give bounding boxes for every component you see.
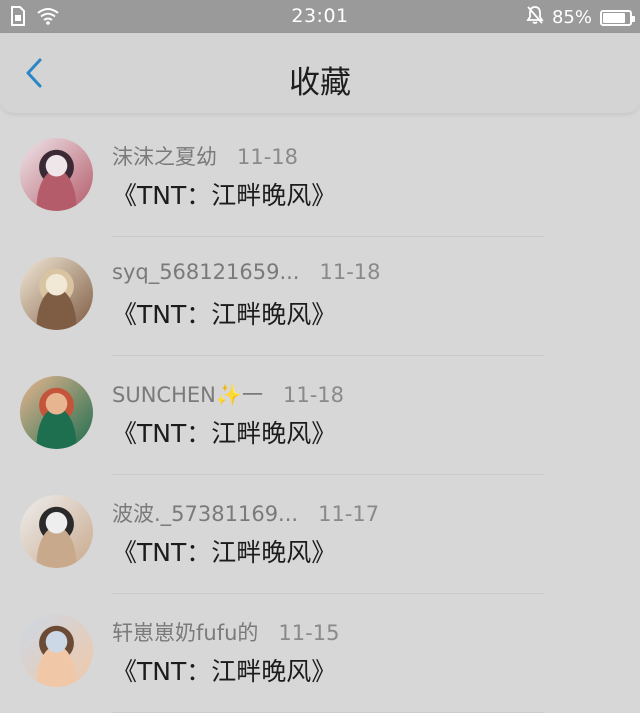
- favorites-list: 沫沫之夏幼 11-18 《TNT：江畔晚风》 syq_568121659... …: [0, 118, 640, 713]
- user-name[interactable]: syq_568121659...: [112, 260, 299, 284]
- avatar[interactable]: [20, 614, 93, 687]
- avatar[interactable]: [20, 495, 93, 568]
- item-meta: SUNCHEN✨一 11-18: [112, 379, 344, 409]
- nav-header: 收藏: [0, 33, 640, 113]
- battery-percent: 85%: [551, 7, 592, 28]
- item-date: 11-15: [278, 621, 340, 645]
- work-title[interactable]: 《TNT：江畔晚风》: [112, 414, 336, 450]
- item-date: 11-18: [237, 145, 299, 169]
- bell-off-icon: [526, 5, 544, 30]
- avatar[interactable]: [20, 257, 93, 330]
- item-date: 11-17: [318, 502, 380, 526]
- battery-level: [603, 12, 626, 23]
- user-name[interactable]: 波波._57381169...: [112, 498, 298, 528]
- work-title[interactable]: 《TNT：江畔晚风》: [112, 295, 336, 331]
- user-name[interactable]: 轩崽崽奶fufu的: [112, 617, 258, 647]
- list-item[interactable]: 波波._57381169... 11-17 《TNT：江畔晚风》: [0, 475, 640, 594]
- item-meta: syq_568121659... 11-18: [112, 260, 381, 284]
- status-bar: 23:01 85%: [0, 0, 640, 33]
- back-button[interactable]: [14, 55, 54, 95]
- work-title[interactable]: 《TNT：江畔晚风》: [112, 652, 336, 688]
- work-title[interactable]: 《TNT：江畔晚风》: [112, 533, 336, 569]
- avatar[interactable]: [20, 138, 93, 211]
- user-name[interactable]: SUNCHEN✨一: [112, 379, 263, 409]
- item-meta: 轩崽崽奶fufu的 11-15: [112, 617, 339, 647]
- status-bar-right: 85%: [526, 5, 635, 30]
- list-item[interactable]: SUNCHEN✨一 11-18 《TNT：江畔晚风》: [0, 356, 640, 475]
- item-meta: 波波._57381169... 11-17: [112, 498, 379, 528]
- page-title: 收藏: [289, 65, 351, 101]
- work-title[interactable]: 《TNT：江畔晚风》: [112, 176, 336, 212]
- list-item[interactable]: syq_568121659... 11-18 《TNT：江畔晚风》: [0, 237, 640, 356]
- item-meta: 沫沫之夏幼 11-18: [112, 141, 298, 171]
- avatar[interactable]: [20, 376, 93, 449]
- battery-icon: [600, 9, 635, 26]
- list-item[interactable]: 沫沫之夏幼 11-18 《TNT：江畔晚风》: [0, 118, 640, 237]
- item-date: 11-18: [283, 383, 345, 407]
- list-item[interactable]: 轩崽崽奶fufu的 11-15 《TNT：江畔晚风》: [0, 594, 640, 713]
- chevron-left-icon: [25, 58, 43, 92]
- user-name[interactable]: 沫沫之夏幼: [112, 141, 217, 171]
- item-date: 11-18: [319, 260, 381, 284]
